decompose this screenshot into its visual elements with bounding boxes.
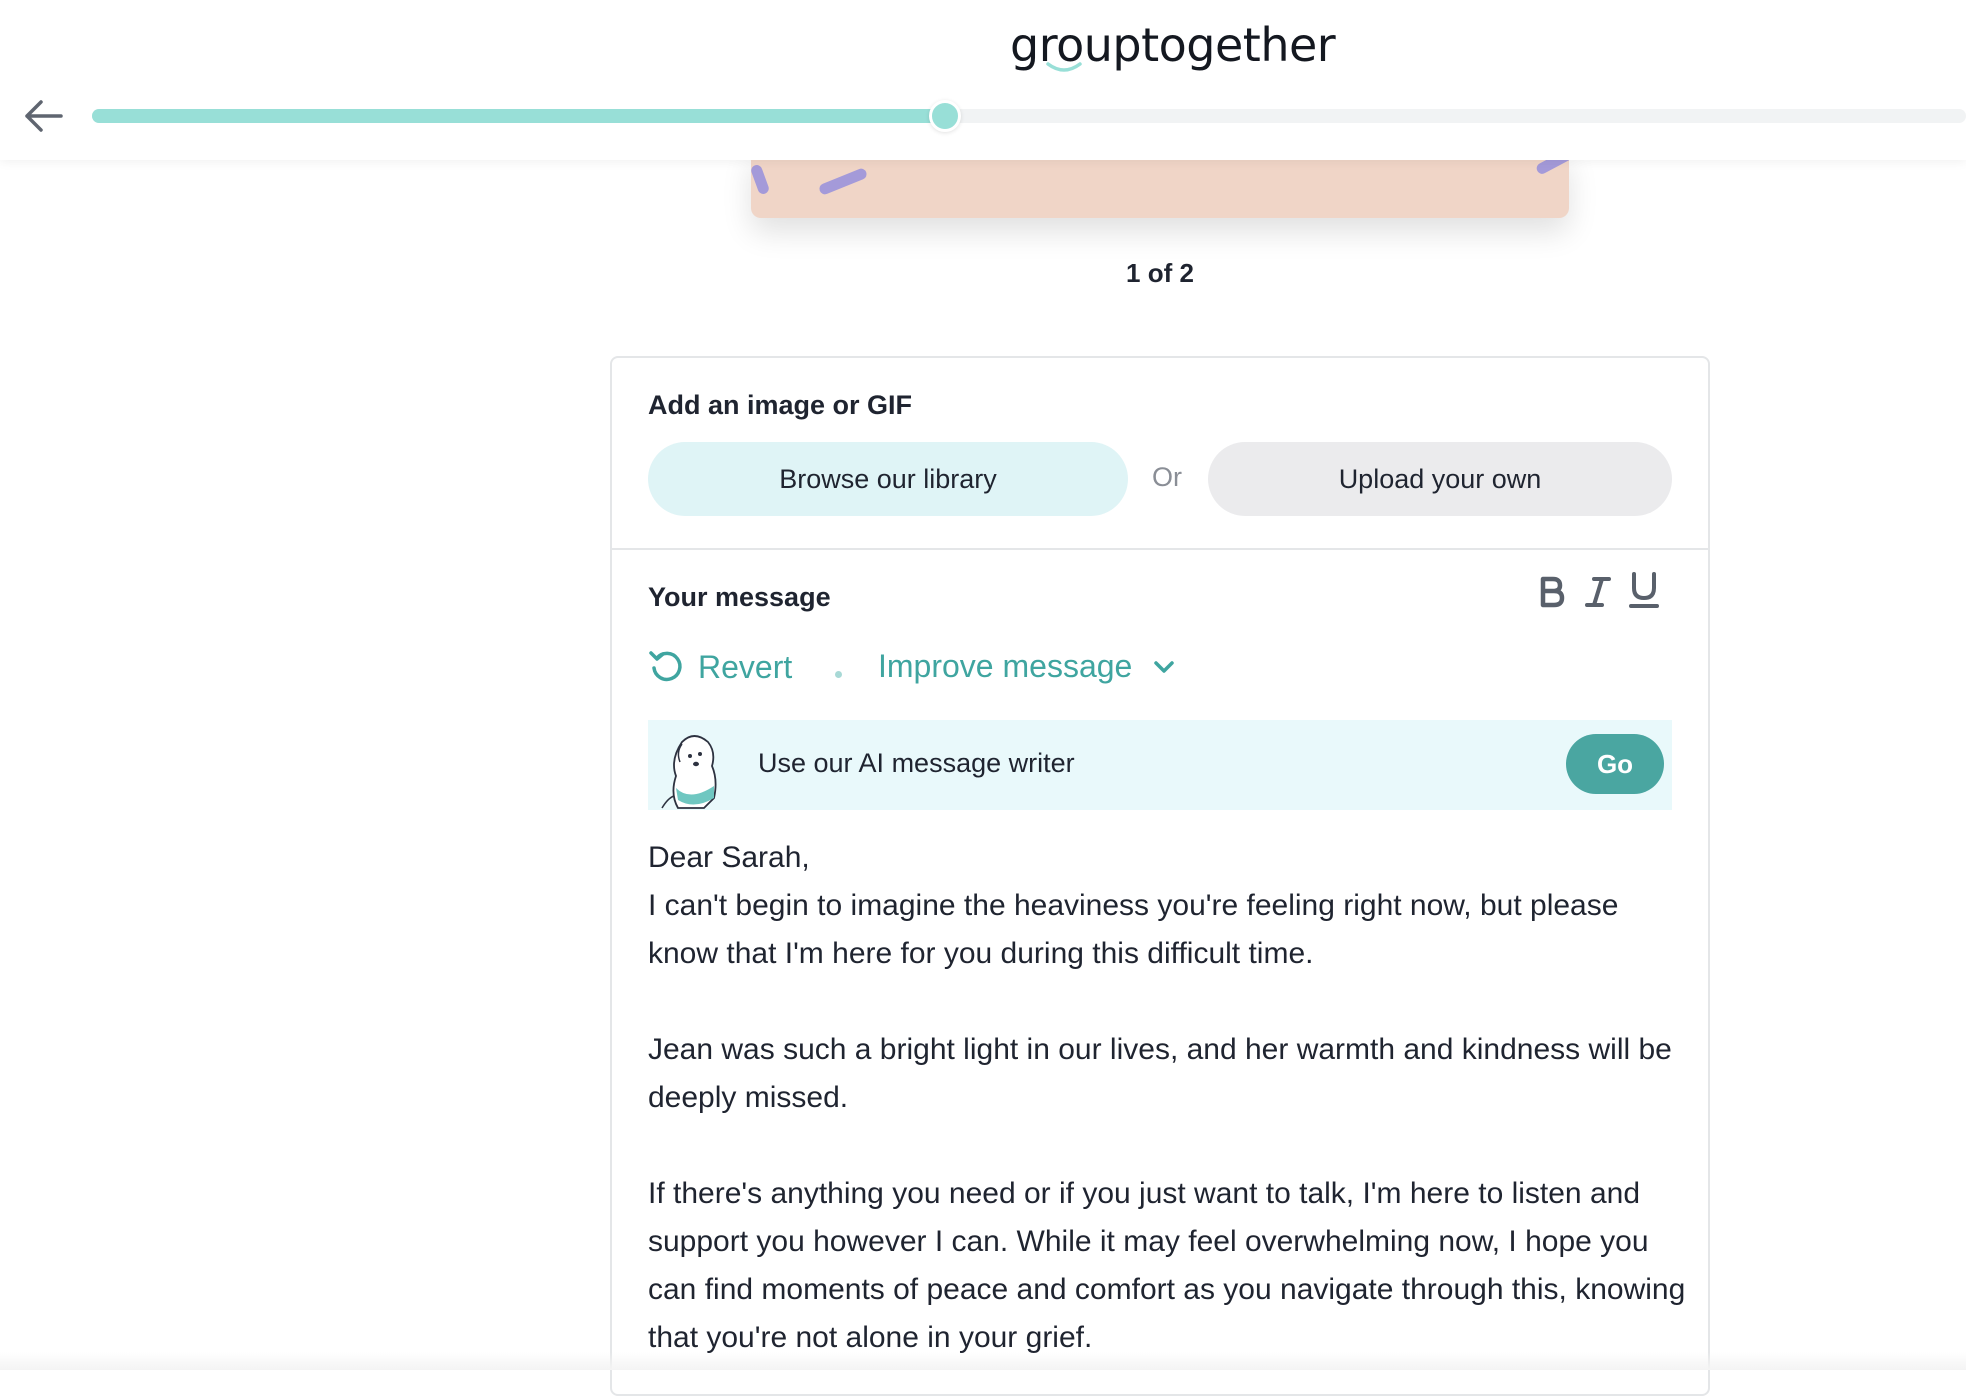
message-paragraph: Jean was such a bright light in our live…	[648, 1033, 1672, 1114]
scroll-fade	[0, 1352, 1966, 1370]
improve-message-dropdown[interactable]: Improve message	[878, 648, 1176, 685]
separator-dot	[835, 671, 842, 678]
image-section-title: Add an image or GIF	[648, 390, 913, 420]
progress-fill	[92, 109, 945, 123]
bold-button[interactable]	[1532, 570, 1572, 614]
bold-icon	[1540, 576, 1565, 608]
browse-library-button[interactable]: Browse our library	[648, 442, 1128, 516]
message-paragraph: If there's anything you need or if you j…	[648, 1177, 1686, 1354]
ai-writer-label: Use our AI message writer	[758, 748, 1075, 778]
progress-handle[interactable]	[928, 100, 961, 132]
message-textarea[interactable]: Dear Sarah, I can't begin to imagine the…	[648, 834, 1688, 1362]
ai-writer-bar: Use our AI message writer Go	[648, 720, 1672, 810]
italic-button[interactable]	[1578, 570, 1618, 614]
card-pager: 1 of 2	[1126, 258, 1194, 288]
underline-icon	[1629, 572, 1659, 608]
message-paragraph: Dear Sarah,	[648, 841, 810, 874]
progress-bar	[92, 100, 1966, 132]
underline-button[interactable]	[1624, 568, 1664, 612]
revert-button[interactable]: Revert	[648, 648, 792, 686]
or-label: Or	[1152, 462, 1182, 492]
dog-mascot-icon	[661, 735, 717, 809]
improve-message-label: Improve message	[878, 648, 1133, 684]
card-preview-image[interactable]	[751, 150, 1569, 218]
message-section-title: Your message	[648, 582, 831, 612]
upload-own-button[interactable]: Upload your own	[1208, 442, 1672, 516]
section-divider	[612, 548, 1708, 550]
chevron-down-icon	[1154, 660, 1175, 673]
ai-writer-go-button[interactable]: Go	[1566, 734, 1664, 794]
arrow-left-icon	[25, 100, 63, 132]
sprinkle-decoration	[817, 167, 869, 196]
back-button[interactable]	[18, 94, 68, 138]
revert-label: Revert	[698, 648, 793, 685]
top-header: grouptogether	[0, 0, 1966, 160]
revert-icon	[649, 651, 682, 682]
message-editor-panel: Add an image or GIF Browse our library O…	[610, 356, 1710, 1396]
message-paragraph: I can't begin to imagine the heaviness y…	[648, 889, 1619, 970]
logo-smile-icon	[1046, 62, 1082, 72]
sprinkle-decoration	[751, 163, 771, 196]
italic-icon	[1585, 577, 1611, 607]
